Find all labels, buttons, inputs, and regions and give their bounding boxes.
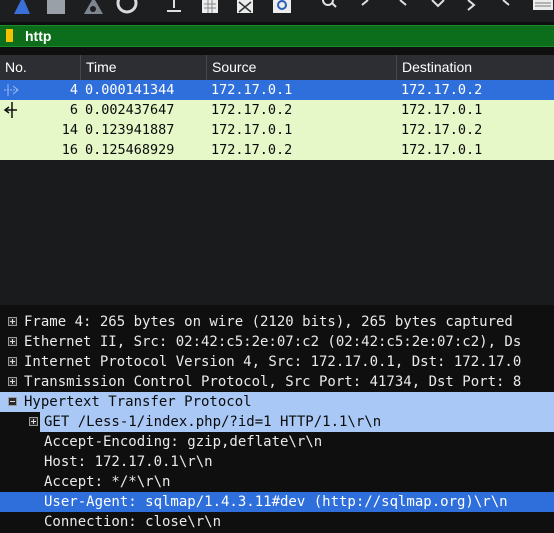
packet-time: 0.002437647	[85, 102, 175, 118]
expand-icon[interactable]	[8, 317, 17, 326]
expand-icon[interactable]	[8, 337, 17, 346]
restart-icon[interactable]	[82, 0, 104, 14]
packet-list[interactable]: No. Time Source Destination 4 0.00014134…	[0, 55, 554, 305]
packet-row[interactable]: 16 0.125468929 172.17.0.2 172.17.0.1	[0, 140, 554, 160]
packet-time: 0.125468929	[85, 142, 175, 158]
tree-item-label: Connection: close\r\n	[44, 514, 222, 530]
packet-time: 0.000141344	[85, 82, 175, 98]
stop-icon[interactable]	[46, 0, 66, 14]
expand-icon[interactable]	[8, 377, 17, 386]
tree-item-label: User-Agent: sqlmap/1.4.3.11#dev (http://…	[44, 494, 508, 510]
tree-item-frame[interactable]: Frame 4: 265 bytes on wire (2120 bits), …	[0, 312, 554, 332]
response-marker-icon	[3, 102, 17, 118]
tree-item-tcp[interactable]: Transmission Control Protocol, Src Port:…	[0, 372, 554, 392]
tree-item-label: Ethernet II, Src: 02:42:c5:2e:07:c2 (02:…	[24, 334, 522, 350]
reload-file-icon[interactable]	[272, 0, 292, 14]
packet-destination: 172.17.0.2	[401, 122, 483, 138]
shark-fin-icon[interactable]	[12, 0, 32, 14]
tree-item-ipv4[interactable]: Internet Protocol Version 4, Src: 172.17…	[0, 352, 554, 372]
packet-destination: 172.17.0.2	[401, 82, 483, 98]
options-gear-icon[interactable]	[116, 0, 138, 14]
request-marker-icon	[4, 84, 19, 96]
go-back-icon[interactable]	[358, 0, 372, 14]
packet-source: 172.17.0.2	[211, 142, 293, 158]
tree-item-label: Internet Protocol Version 4, Src: 172.17…	[24, 354, 522, 370]
packet-no: 6	[69, 102, 78, 118]
bookmark-icon[interactable]	[6, 29, 13, 42]
tree-item-header[interactable]: Accept: */*\r\n	[0, 472, 554, 492]
display-filter-bar[interactable]: http	[0, 25, 554, 47]
packet-source: 172.17.0.1	[211, 82, 293, 98]
column-header-destination[interactable]: Destination	[397, 55, 554, 80]
packet-no: 14	[61, 122, 78, 138]
packet-row[interactable]: 6 0.002437647 172.17.0.2 172.17.0.1	[0, 100, 554, 120]
packet-no: 4	[69, 82, 78, 98]
tree-item-label: Transmission Control Protocol, Src Port:…	[24, 374, 522, 390]
packet-row[interactable]: 4 0.000141344 172.17.0.1 172.17.0.2	[0, 80, 554, 100]
tree-item-label: Accept: */*\r\n	[44, 474, 171, 490]
first-packet-icon[interactable]	[466, 0, 482, 14]
column-header-source[interactable]: Source	[207, 55, 397, 80]
tree-item-request-line[interactable]: GET /Less-1/index.php/?id=1 HTTP/1.1\r\n	[0, 412, 554, 432]
tree-item-header[interactable]: Accept-Encoding: gzip,deflate\r\n	[0, 432, 554, 452]
go-to-packet-icon[interactable]	[430, 0, 446, 14]
packet-destination: 172.17.0.1	[401, 142, 483, 158]
go-forward-icon[interactable]	[396, 0, 410, 14]
tree-item-label: GET /Less-1/index.php/?id=1 HTTP/1.1\r\n	[40, 412, 554, 432]
open-file-icon[interactable]	[166, 0, 182, 14]
tree-item-label: Frame 4: 265 bytes on wire (2120 bits), …	[24, 314, 513, 330]
close-file-icon[interactable]	[236, 0, 254, 14]
packet-row[interactable]: 14 0.123941887 172.17.0.1 172.17.0.2	[0, 120, 554, 140]
tree-item-header-selected[interactable]: User-Agent: sqlmap/1.4.3.11#dev (http://…	[0, 492, 554, 512]
packet-list-header: No. Time Source Destination	[0, 55, 554, 80]
tree-item-header[interactable]: Connection: close\r\n	[0, 512, 554, 532]
packet-time: 0.123941887	[85, 122, 175, 138]
tree-item-label: Host: 172.17.0.1\r\n	[44, 454, 213, 470]
tree-item-ethernet[interactable]: Ethernet II, Src: 02:42:c5:2e:07:c2 (02:…	[0, 332, 554, 352]
expand-icon[interactable]	[8, 357, 17, 366]
column-header-time[interactable]: Time	[81, 55, 207, 80]
collapse-icon[interactable]	[8, 397, 17, 406]
expand-icon[interactable]	[29, 417, 38, 426]
tree-item-header[interactable]: Host: 172.17.0.1\r\n	[0, 452, 554, 472]
tree-item-label: Accept-Encoding: gzip,deflate\r\n	[44, 434, 323, 450]
packet-source: 172.17.0.1	[211, 122, 293, 138]
autoscroll-icon[interactable]	[532, 0, 554, 14]
tree-item-label: Hypertext Transfer Protocol	[24, 394, 252, 410]
packet-no: 16	[61, 142, 78, 158]
last-packet-icon[interactable]	[501, 0, 517, 14]
packet-details-tree[interactable]: Frame 4: 265 bytes on wire (2120 bits), …	[0, 310, 554, 533]
packet-source: 172.17.0.2	[211, 102, 293, 118]
search-icon[interactable]	[320, 0, 338, 14]
save-file-icon[interactable]	[201, 0, 219, 14]
display-filter-input[interactable]: http	[25, 27, 51, 45]
column-header-no[interactable]: No.	[0, 55, 81, 80]
packet-destination: 172.17.0.1	[401, 102, 483, 118]
tree-item-http[interactable]: Hypertext Transfer Protocol	[0, 392, 554, 412]
main-toolbar	[0, 0, 554, 22]
